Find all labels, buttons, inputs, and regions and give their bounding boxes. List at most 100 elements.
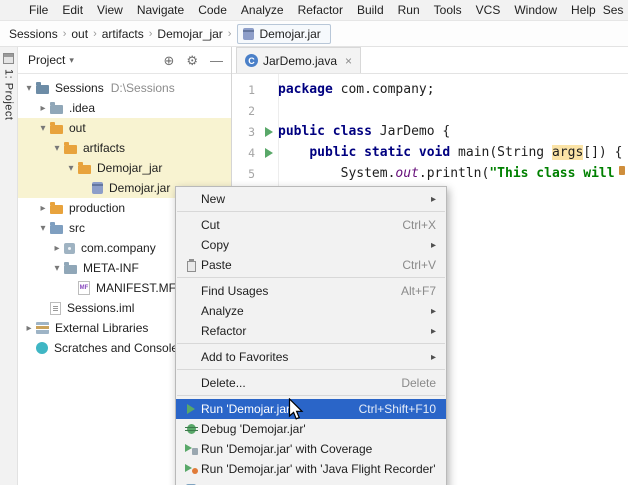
folder-icon xyxy=(64,262,77,274)
code-token: .println( xyxy=(418,166,490,181)
debug-icon xyxy=(184,424,198,434)
context-menu-item-refactor[interactable]: Refactor ▸ xyxy=(176,321,446,341)
tree-row-demojar-jar[interactable]: ▾ Demojar_jar xyxy=(18,158,231,178)
tree-item-hint: D:\Sessions xyxy=(110,81,175,95)
menubar-item-window[interactable]: Window xyxy=(507,1,564,19)
context-menu-item-paste[interactable]: Paste Ctrl+V xyxy=(176,255,446,275)
menubar-item-help[interactable]: Help xyxy=(564,1,603,19)
hide-panel-icon[interactable]: — xyxy=(210,54,223,67)
context-menu-item-debug-demojar-jar[interactable]: Debug 'Demojar.jar' xyxy=(176,419,446,439)
expand-arrow-icon[interactable]: ▸ xyxy=(50,243,64,254)
code-text: public static void main(String args[]) { xyxy=(278,145,622,160)
tree-row-idea[interactable]: ▸ .idea xyxy=(18,98,231,118)
submenu-arrow-icon: ▸ xyxy=(430,305,436,317)
scratch-icon xyxy=(36,342,48,354)
menu-item-label: Cut xyxy=(201,218,220,232)
tree-row-out[interactable]: ▾ out xyxy=(18,118,231,138)
iml-icon xyxy=(50,301,61,315)
tree-row-sessions[interactable]: ▾ Sessions D:\Sessions xyxy=(18,78,231,98)
menu-shortcut: Ctrl+Shift+F10 xyxy=(358,402,436,416)
code-token: "This class will xyxy=(489,166,615,181)
expand-arrow-icon[interactable]: ▾ xyxy=(22,83,36,94)
breadcrumb-item-sessions[interactable]: Sessions xyxy=(8,25,59,43)
menu-item-label: Delete... xyxy=(201,376,246,390)
expand-arrow-icon[interactable]: ▾ xyxy=(36,223,50,234)
context-menu-item-copy[interactable]: Copy ▸ xyxy=(176,235,446,255)
locate-icon[interactable]: ⊕ xyxy=(163,54,174,67)
menubar-item-code[interactable]: Code xyxy=(191,1,234,19)
line-number: 1 xyxy=(248,82,255,97)
expand-arrow-icon[interactable]: ▾ xyxy=(50,263,64,274)
code-line: 4 public static void main(String args[])… xyxy=(232,142,628,163)
breadcrumb-item-demojar-jar[interactable]: Demojar_jar xyxy=(156,25,223,43)
expand-arrow-icon[interactable]: ▸ xyxy=(36,203,50,214)
project-icon xyxy=(36,82,49,94)
project-view-label: Project xyxy=(28,53,66,67)
menubar-item-refactor[interactable]: Refactor xyxy=(291,1,350,19)
menubar-item-navigate[interactable]: Navigate xyxy=(130,1,191,19)
menubar-item-build[interactable]: Build xyxy=(350,1,391,19)
context-menu-item-analyze[interactable]: Analyze ▸ xyxy=(176,301,446,321)
breadcrumb-item-out[interactable]: out xyxy=(70,25,89,43)
expand-arrow-icon[interactable]: ▸ xyxy=(22,323,36,334)
error-stripe-mark[interactable] xyxy=(619,166,625,175)
expand-arrow-icon[interactable]: ▾ xyxy=(50,143,64,154)
menu-bar: File Edit View Navigate Code Analyze Refactor B… xyxy=(0,0,628,21)
menu-separator xyxy=(177,343,445,344)
menubar-item-file[interactable]: File xyxy=(22,1,55,19)
menu-item-label: Paste xyxy=(201,258,232,272)
menu-item-label: Find Usages xyxy=(201,284,269,298)
menu-item-label: Run 'Demojar.jar' with 'Java Flight Reco… xyxy=(201,462,436,476)
folder-ex-icon xyxy=(50,122,63,134)
menubar-item-analyze[interactable]: Analyze xyxy=(234,1,291,19)
menubar-item-edit[interactable]: Edit xyxy=(55,1,90,19)
menubar-item-tools[interactable]: Tools xyxy=(427,1,469,19)
tree-row-artifacts[interactable]: ▾ artifacts xyxy=(18,138,231,158)
menubar-item-vcs[interactable]: VCS xyxy=(469,1,508,19)
paste-icon xyxy=(186,258,196,272)
menubar-item-view[interactable]: View xyxy=(90,1,130,19)
jfr-icon xyxy=(184,463,198,475)
mf-icon-text: MF xyxy=(79,285,89,291)
project-view-selector[interactable]: Project ▾ xyxy=(28,53,74,67)
tab-jardemo-java[interactable]: C JarDemo.java × xyxy=(236,47,362,73)
context-menu-item-cut[interactable]: Cut Ctrl+X xyxy=(176,215,446,235)
code-text: public class JarDemo { xyxy=(278,124,450,139)
line-number: 3 xyxy=(248,124,255,139)
run-line-icon[interactable] xyxy=(265,126,273,137)
expand-arrow-icon[interactable]: ▸ xyxy=(36,103,50,114)
run-line-icon[interactable] xyxy=(265,147,273,158)
close-tab-icon[interactable]: × xyxy=(345,54,352,68)
expand-arrow-icon[interactable]: ▾ xyxy=(36,123,50,134)
menu-separator xyxy=(177,211,445,212)
project-tool-label: 1: Project xyxy=(2,69,15,121)
project-tool-button[interactable]: 1: Project xyxy=(3,53,15,120)
context-menu-item-run-demojar-jar[interactable]: Run 'Demojar.jar' Ctrl+Shift+F10 xyxy=(176,399,446,419)
folder-ex-icon xyxy=(78,162,91,174)
context-menu-item-find-usages[interactable]: Find Usages Alt+F7 xyxy=(176,281,446,301)
breadcrumb: Sessions › out › artifacts › Demojar_jar › xyxy=(8,25,235,43)
navbar-current-file[interactable]: Demojar.jar xyxy=(237,23,331,44)
context-menu-item-partial[interactable] xyxy=(176,479,446,485)
editor-tab-bar: C JarDemo.java × xyxy=(232,47,628,74)
context-menu-item-delete[interactable]: Delete... Delete xyxy=(176,373,446,393)
context-menu-item-add-to-favorites[interactable]: Add to Favorites ▸ xyxy=(176,347,446,367)
breadcrumb-item-artifacts[interactable]: artifacts xyxy=(101,25,145,43)
expand-arrow-icon[interactable]: ▾ xyxy=(64,163,78,174)
menu-bar-items: File Edit View Navigate Code Analyze Refactor B… xyxy=(22,1,603,19)
context-menu-item-run-demojar-jar-with-coverage[interactable]: Run 'Demojar.jar' with Coverage xyxy=(176,439,446,459)
run-gutter xyxy=(260,147,278,158)
context-menu-item-new[interactable]: New ▸ xyxy=(176,189,446,209)
settings-icon[interactable]: ⚙ xyxy=(186,54,198,67)
line-number: 2 xyxy=(248,103,255,118)
context-menu-item-run-demojar-jar-with-java-flight-recorder[interactable]: Run 'Demojar.jar' with 'Java Flight Reco… xyxy=(176,459,446,479)
menubar-item-run[interactable]: Run xyxy=(391,1,427,19)
code-line: 5 System.out.println("This class will xyxy=(232,163,628,184)
menu-item-icon xyxy=(181,463,201,475)
tree-item-label: Sessions.iml xyxy=(67,301,135,315)
folder-icon xyxy=(50,102,63,114)
menu-item-label: Debug 'Demojar.jar' xyxy=(201,422,306,436)
code-token: class xyxy=(332,124,372,139)
